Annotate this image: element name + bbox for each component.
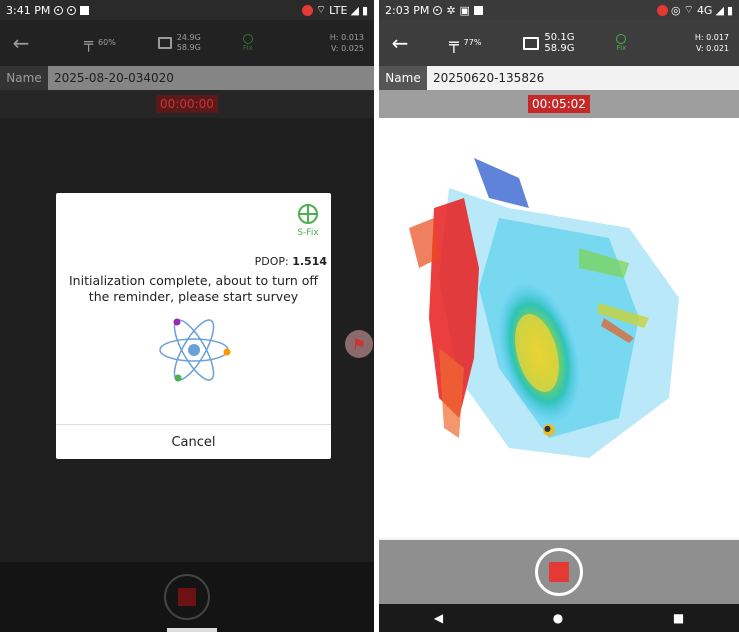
fix-status: Fix — [616, 34, 627, 52]
atom-icon — [159, 318, 231, 382]
receiver-icon: ╤ — [84, 34, 94, 52]
notification-icon — [80, 5, 90, 15]
record-stop-button[interactable] — [164, 574, 210, 620]
back-arrow-icon[interactable]: ← — [379, 31, 421, 55]
record-stop-button[interactable] — [535, 548, 583, 596]
timer-bar: 00:05:02 — [379, 90, 739, 118]
gear-icon: ✲ — [446, 3, 456, 17]
notification-icon — [67, 5, 77, 15]
device-battery: ╤ 60% — [84, 34, 116, 52]
accuracy-readout: H: 0.017 V: 0.021 — [695, 32, 739, 54]
name-label: Name — [0, 66, 48, 90]
pdop-readout: PDOP: 1.514 — [255, 255, 327, 268]
sd-card-icon — [523, 36, 540, 50]
pin-icon: ⚑ — [351, 334, 367, 354]
fix-status: Fix — [242, 34, 253, 52]
name-bar: Name 20250620-135826 — [379, 66, 739, 90]
s-fix-status: S-Fix — [297, 203, 319, 238]
left-phone-screen: 3:41 PM ⌔ LTE ◢ ▮ ← ╤ 60% 24.9G 58.9G Fix… — [0, 0, 374, 632]
stop-icon — [549, 562, 569, 582]
accuracy-readout: H: 0.013 V: 0.025 — [330, 32, 374, 54]
location-icon: ◎ — [670, 3, 681, 17]
wifi-icon: ⌔ — [683, 3, 694, 16]
toolbar: ← ╤ 60% 24.9G 58.9G Fix H: 0.013 V: 0.025 — [0, 20, 374, 66]
wifi-icon: ⌔ — [315, 3, 327, 16]
fix-label: Fix — [243, 44, 253, 52]
status-bar: 2:03 PM ✲ ▣ ◎ ⌔ 4G ◢ ▮ — [379, 0, 739, 20]
right-phone-screen: 2:03 PM ✲ ▣ ◎ ⌔ 4G ◢ ▮ ← ╤ 77% 50.1G 58.9… — [379, 0, 739, 632]
notification-icon — [473, 5, 483, 15]
name-bar: Name 2025-08-20-034020 — [0, 66, 374, 90]
status-time: 2:03 PM — [385, 3, 430, 17]
s-fix-label: S-Fix — [297, 228, 319, 238]
pdop-label: PDOP: — [254, 255, 289, 268]
notification-icon — [54, 5, 64, 15]
pdop-value: 1.514 — [292, 255, 327, 268]
location-marker-icon: ● — [544, 424, 551, 433]
crosshair-icon — [616, 34, 627, 44]
battery-percent: 77% — [463, 38, 482, 47]
recording-indicator-icon — [301, 4, 313, 16]
point-cloud-image — [409, 158, 679, 458]
nav-back-icon[interactable]: ◀ — [434, 611, 443, 625]
notification-icon — [433, 5, 443, 15]
signal-icon: ◢ — [350, 3, 359, 17]
storage-total: 58.9G — [544, 43, 575, 54]
storage-info: 50.1G 58.9G — [523, 32, 574, 54]
sd-card-icon — [157, 37, 172, 49]
cancel-button[interactable]: Cancel — [56, 425, 331, 459]
status-time: 3:41 PM — [6, 3, 51, 17]
back-arrow-icon[interactable]: ← — [0, 31, 42, 55]
elapsed-timer: 00:00:00 — [156, 95, 218, 113]
record-bar — [379, 540, 739, 604]
battery-icon: ▮ — [361, 3, 368, 17]
navigation-bar: ◀ ● ■ — [379, 604, 739, 632]
dialog-message: Initialization complete, about to turn o… — [69, 273, 318, 304]
storage-info: 24.9G 58.9G — [157, 33, 201, 53]
stop-icon — [178, 588, 196, 606]
recording-indicator-icon — [656, 4, 668, 16]
name-label: Name — [379, 66, 427, 90]
signal-icon: ◢ — [715, 3, 724, 17]
crosshair-icon — [242, 34, 253, 44]
name-field[interactable]: 20250620-135826 — [427, 66, 739, 90]
h-accuracy: H: 0.017 — [694, 33, 729, 42]
battery-percent: 60% — [98, 38, 116, 47]
status-bar: 3:41 PM ⌔ LTE ◢ ▮ — [0, 0, 374, 20]
nav-recents-icon[interactable]: ■ — [673, 611, 684, 625]
init-complete-dialog: S-Fix PDOP: 1.514 Initialization complet… — [56, 193, 331, 459]
storage-total: 58.9G — [176, 43, 201, 52]
home-indicator — [167, 628, 217, 632]
device-battery: ╤ 77% — [449, 34, 481, 53]
map-pin-button[interactable]: ⚑ — [345, 330, 373, 358]
elapsed-timer: 00:05:02 — [528, 95, 590, 113]
v-accuracy: V: 0.025 — [331, 44, 364, 53]
fix-label: Fix — [616, 44, 627, 52]
name-field[interactable]: 2025-08-20-034020 — [48, 66, 374, 90]
image-icon: ▣ — [459, 3, 470, 17]
v-accuracy: V: 0.021 — [696, 44, 729, 53]
storage-used: 50.1G — [544, 32, 575, 43]
battery-icon: ▮ — [726, 3, 733, 17]
point-cloud-view[interactable]: ● — [379, 118, 739, 538]
h-accuracy: H: 0.013 — [329, 33, 364, 42]
network-type: LTE — [329, 3, 348, 17]
storage-used: 24.9G — [176, 33, 201, 42]
toolbar: ← ╤ 77% 50.1G 58.9G Fix H: 0.017 V: 0.021 — [379, 20, 739, 66]
timer-bar: 00:00:00 — [0, 90, 374, 118]
crosshair-icon — [298, 204, 318, 224]
receiver-icon: ╤ — [449, 33, 459, 53]
network-type: 4G — [696, 3, 713, 17]
record-bar — [0, 562, 374, 632]
nav-home-icon[interactable]: ● — [553, 611, 563, 625]
